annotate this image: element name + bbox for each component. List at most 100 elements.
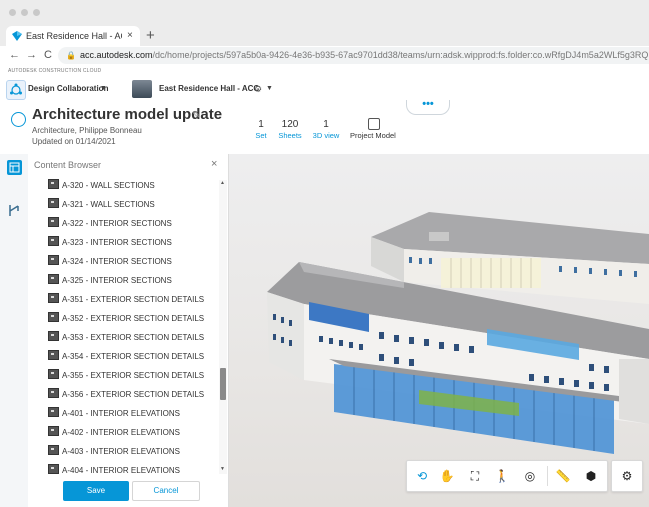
stat-3d-count: 1 [323,119,329,130]
stat-3d-label: 3D view [312,131,340,140]
list-item[interactable]: A-353 - EXTERIOR SECTION DETAILS [48,328,204,347]
list-item[interactable]: A-323 - INTERIOR SECTIONS [48,233,172,252]
sheet-icon [48,179,59,189]
list-item[interactable]: A-322 - INTERIOR SECTIONS [48,214,172,233]
close-icon[interactable]: × [211,158,217,170]
scrollbar-thumb[interactable] [220,368,226,400]
pan-icon[interactable]: ✋ [439,468,455,484]
list-item[interactable]: A-354 - EXTERIOR SECTION DETAILS [48,347,204,366]
gear-icon[interactable]: ⚙ [254,77,262,101]
sheet-icon [48,312,59,322]
list-item[interactable]: A-403 - INTERIOR ELEVATIONS [48,442,180,461]
compare-icon[interactable] [7,203,22,218]
project-selector[interactable]: East Residence Hall - ACC [159,77,259,101]
list-item[interactable]: A-324 - INTERIOR SECTIONS [48,252,172,271]
tab-close-icon[interactable]: × [127,26,133,46]
list-item-label: A-323 - INTERIOR SECTIONS [62,238,172,247]
stat-sheets-label: Sheets [278,131,302,140]
building-model [267,212,649,454]
acc-favicon-icon [12,31,22,41]
walk-icon[interactable]: 🚶 [494,468,510,484]
sheet-icon [48,217,59,227]
stat-sets-label: Set [255,131,267,140]
list-item[interactable]: A-355 - EXTERIOR SECTION DETAILS [48,366,204,385]
list-item-label: A-353 - EXTERIOR SECTION DETAILS [62,333,205,342]
scrollbar-track[interactable] [219,180,227,474]
browser-tab[interactable]: East Residence Hall - ACC - Autodesk × [6,26,140,46]
list-item[interactable]: A-321 - WALL SECTIONS [48,195,155,214]
list-item[interactable]: A-351 - EXTERIOR SECTION DETAILS [48,290,204,309]
fit-view-icon[interactable]: ⛶ [467,468,483,484]
package-updated: Updated on 01/14/2021 [32,137,116,146]
cancel-button[interactable]: Cancel [132,481,200,501]
toolbar-divider [547,466,548,486]
project-model-label[interactable]: Project Model [350,131,396,140]
panel-title: Content Browser [34,160,102,170]
list-item-label: A-321 - WALL SECTIONS [62,200,155,209]
sheet-icon [48,198,59,208]
viewer-settings-toolbar: ⚙ [611,460,643,492]
list-item-label: A-325 - INTERIOR SECTIONS [62,276,172,285]
list-item[interactable]: A-401 - INTERIOR ELEVATIONS [48,404,180,423]
chevron-down-icon[interactable]: ▼ [266,77,273,101]
list-item-label: A-320 - WALL SECTIONS [62,181,155,190]
list-item[interactable]: A-325 - INTERIOR SECTIONS [48,271,172,290]
list-item[interactable]: A-356 - EXTERIOR SECTION DETAILS [48,385,204,404]
list-item-label: A-354 - EXTERIOR SECTION DETAILS [62,352,205,361]
window-zoom-dot[interactable] [33,9,40,16]
list-item[interactable]: A-404 - INTERIOR ELEVATIONS [48,461,180,474]
sheet-icon [48,236,59,246]
stat-sheets[interactable]: 120 Sheets [276,119,304,141]
sheet-icon [48,407,59,417]
lock-icon: 🔒 [66,51,76,60]
url-path: /dc/home/projects/597a5b0a-9426-4e36-b93… [152,50,649,60]
sheet-icon [48,445,59,455]
stat-3d-views[interactable]: 1 3D view [311,119,341,141]
explode-icon[interactable]: ⬢ [583,468,599,484]
scroll-up-icon[interactable]: ▲ [220,180,225,186]
camera-icon[interactable]: ◎ [522,468,538,484]
window-close-dot[interactable] [9,9,16,16]
reload-button[interactable]: C [44,46,52,65]
sheet-icon [48,274,59,284]
list-item-label: A-324 - INTERIOR SECTIONS [62,257,172,266]
chevron-down-icon[interactable]: ▼ [100,77,107,101]
list-item-label: A-404 - INTERIOR ELEVATIONS [62,466,180,474]
sheet-icon [48,464,59,474]
project-model-icon[interactable] [368,118,380,130]
stat-sets-count: 1 [258,119,264,130]
sheet-icon [48,331,59,341]
scroll-down-icon[interactable]: ▼ [220,466,225,472]
list-item[interactable]: A-352 - EXTERIOR SECTION DETAILS [48,309,204,328]
forward-button[interactable]: → [26,46,37,65]
stat-sets[interactable]: 1 Set [254,119,268,141]
list-item-label: A-402 - INTERIOR ELEVATIONS [62,428,180,437]
back-button[interactable]: ← [9,46,20,65]
list-item[interactable]: A-320 - WALL SECTIONS [48,176,155,195]
status-circle-icon [11,112,26,127]
list-item[interactable]: A-402 - INTERIOR ELEVATIONS [48,423,180,442]
orbit-icon[interactable]: ⟲ [414,468,430,484]
list-item-label: A-322 - INTERIOR SECTIONS [62,219,172,228]
settings-icon[interactable]: ⚙ [619,468,635,484]
project-thumbnail [132,80,152,98]
list-item-label: A-356 - EXTERIOR SECTION DETAILS [62,390,205,399]
model-viewer[interactable] [229,154,649,507]
sheets-browser-icon[interactable] [7,160,22,175]
url-input[interactable]: 🔒 acc.autodesk.com/dc/home/projects/597a… [58,47,649,64]
brand-label: AUTODESK CONSTRUCTION CLOUD [8,68,102,74]
list-item-label: A-355 - EXTERIOR SECTION DETAILS [62,371,205,380]
measure-icon[interactable]: 📏 [555,468,571,484]
pencil-icon[interactable]: ✎ [192,110,200,121]
save-button[interactable]: Save [63,481,129,501]
window-minimize-dot[interactable] [21,9,28,16]
stat-sheets-count: 120 [281,119,299,130]
more-options-button[interactable]: ••• [406,99,450,115]
new-tab-button[interactable]: + [146,26,155,46]
sheet-icon [48,369,59,379]
sheet-icon [48,350,59,360]
sheet-icon [48,293,59,303]
module-selector[interactable]: Design Collaboration [28,77,108,101]
design-collaboration-icon[interactable] [6,80,26,100]
list-item-label: A-403 - INTERIOR ELEVATIONS [62,447,180,456]
